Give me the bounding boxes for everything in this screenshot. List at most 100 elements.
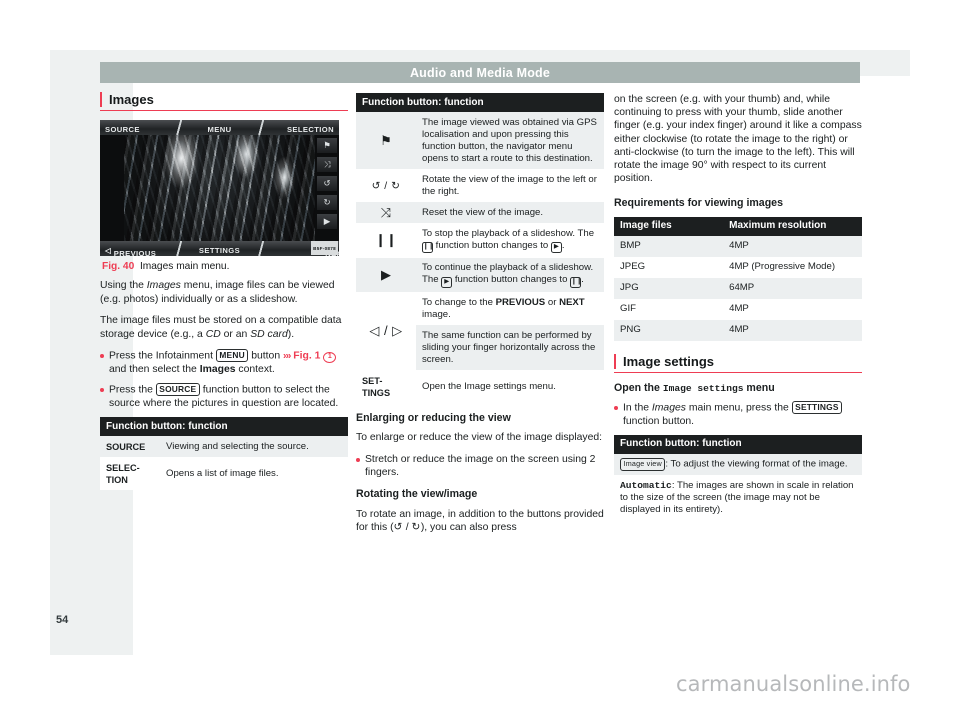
table-function-buttons-middle: Function button: function ⚑ The image vi… [356,93,604,403]
bullet-press-menu: Press the Infotainment MENU button ››› F… [100,349,348,376]
flag-icon: ⚑ [356,112,416,169]
table-row: GIF 4MP [614,298,862,320]
section-heading-images: Images [100,91,348,112]
text-fragment: . [581,274,584,285]
table-header-label: Function button: function [614,434,862,454]
table-header-label: Function button: function [100,417,348,437]
text-fragment: To stop the playback of a slideshow. The [422,227,595,239]
key-settings[interactable]: SETTINGS [791,401,843,414]
reset-view-icon: ⤨ [356,202,416,223]
text-italic-images: Images [146,280,181,292]
table-row: JPEG 4MP (Progressive Mode) [614,256,862,278]
table-cell-button: SELEC- TION [100,457,160,491]
paragraph-storage-device: The image files must be stored on a comp… [100,314,348,340]
table-cell-automatic: Automatic: The images are shown in scale… [614,475,862,521]
table-header-row: Function button: function [100,417,348,437]
text-italic-cd: CD [205,328,221,340]
play-icon: ▶ [356,257,416,292]
table-row: ▶ To continue the playback of a slidesho… [356,257,604,292]
table-cell-function: To change to the PREVIOUS or NEXT image. [416,292,604,325]
key-image-view[interactable]: Image view [620,458,666,471]
table-header-max-resolution: Maximum resolution [723,216,862,236]
screen-button-previous[interactable]: ◁ PREVIOUS [105,244,156,256]
table-row: ⚑ The image viewed was obtained via GPS … [356,112,604,169]
text-fragment: ). [287,328,295,340]
screen-bottom-button-bar: ◁ PREVIOUS SETTINGS NEXT ▷ [100,241,339,257]
section-heading-image-settings: Image settings [614,353,862,373]
reset-view-icon[interactable]: ⤨ [317,157,337,173]
table-cell-function: To stop the playback of a slideshow. The… [416,223,604,258]
previous-next-icon: ◁ / ▷ [356,292,416,370]
table-cell-function-secondary: The same function can be performed by sl… [416,325,604,370]
rotate-left-icon[interactable]: ↺ [317,176,337,192]
screen-button-previous-label: PREVIOUS [113,249,157,257]
table-row: SELEC- TION Opens a list of image files. [100,457,348,491]
table-row: ◁ / ▷ To change to the PREVIOUS or NEXT … [356,292,604,370]
table-row: JPG 64MP [614,277,862,299]
table-row: BMP 4MP [614,235,862,257]
pause-icon-inline: ❙❙ [422,242,434,253]
text-fragment: main menu, press the [685,402,792,414]
pause-icon-inline: ❙❙ [570,276,582,288]
table-cell-button: SOURCE [100,436,160,458]
screen-button-settings[interactable]: SETTINGS [199,244,240,256]
text-fragment: function button changes to [452,274,571,285]
figure-code: B5F-0878 [311,241,338,256]
text-fragment: or an [220,328,251,340]
text-fragment: Using the [100,280,147,292]
xref-fig1[interactable]: Fig. 1 [293,351,320,362]
text-fragment: image. [422,308,451,320]
table-cell-resolution: 4MP (Progressive Mode) [723,256,862,278]
divider-icon [254,120,268,136]
xref-arrows-icon: ››› [283,350,291,362]
table-row: SOURCE Viewing and selecting the source. [100,436,348,458]
text-fragment: : To adjust the viewing format of the im… [665,458,848,470]
text-bold-previous: PREVIOUS [495,296,546,308]
page-number: 54 [56,614,69,626]
text-fragment: Press the [109,384,156,396]
table-cell-function: Rotate the view of the image to the left… [416,169,604,202]
text-fragment: function button changes to [433,239,551,251]
key-menu[interactable]: MENU [215,349,249,362]
table-cell-format: JPG [614,277,724,299]
table-cell-format: PNG [614,319,724,341]
figure-caption: Fig. 40 Images main menu. [100,256,348,273]
table-cell-format: JPEG [614,256,724,278]
text-bold-next: NEXT [559,296,585,308]
callout-1: 1 [323,351,337,363]
rotate-right-icon[interactable]: ↻ [317,195,337,211]
text-italic-images: Images [651,402,686,414]
table-row: PNG 4MP [614,319,862,341]
paragraph-rotating: To rotate an image, in addition to the b… [356,508,604,534]
rotate-right-icon: ↻ [411,520,421,533]
rotate-left-icon: ↺ [393,520,403,533]
flag-icon[interactable]: ⚑ [317,138,337,154]
text-fragment: ), you can also press [420,521,517,533]
table-image-settings: Function button: function Image view: To… [614,434,862,521]
divider-icon [172,241,186,257]
table-cell-resolution: 4MP [723,298,862,320]
key-source[interactable]: SOURCE [155,383,200,396]
table-row: Automatic: The images are shown in scale… [614,475,862,521]
heading-requirements: Requirements for viewing images [614,197,783,210]
table-cell-image-view: Image view: To adjust the viewing format… [614,453,862,476]
middle-column: Function button: function ⚑ The image vi… [356,93,604,542]
heading-rotating: Rotating the view/image [356,488,478,501]
text-fragment: Open the [614,381,663,394]
text-fragment: In the [623,402,652,414]
text-fragment: button [248,350,283,362]
subheading-open-image-settings: Open the Image settings menu [614,382,862,395]
bullet-press-source: Press the SOURCE function button to sele… [100,383,348,410]
text-italic-sdcard: SD card [250,328,288,340]
table-header-row: Image files Maximum resolution [614,216,862,236]
text-fragment: function button. [623,415,695,427]
table-cell-resolution: 4MP [723,235,862,257]
left-column: Images SOURCE MENU SELECTION ⚑ ⤨ ↺ ↻ ▶ ◁… [100,91,348,499]
table-cell-function: To continue the playback of a slideshow.… [416,257,604,292]
text-fragment: Press the Infotainment [109,350,216,362]
text-fragment: menu [743,381,775,394]
play-icon[interactable]: ▶ [317,214,337,230]
text-bold-images: Images [199,363,236,375]
table-cell-resolution: 4MP [723,319,862,341]
paragraph-enlarging: To enlarge or reduce the view of the ima… [356,432,603,444]
